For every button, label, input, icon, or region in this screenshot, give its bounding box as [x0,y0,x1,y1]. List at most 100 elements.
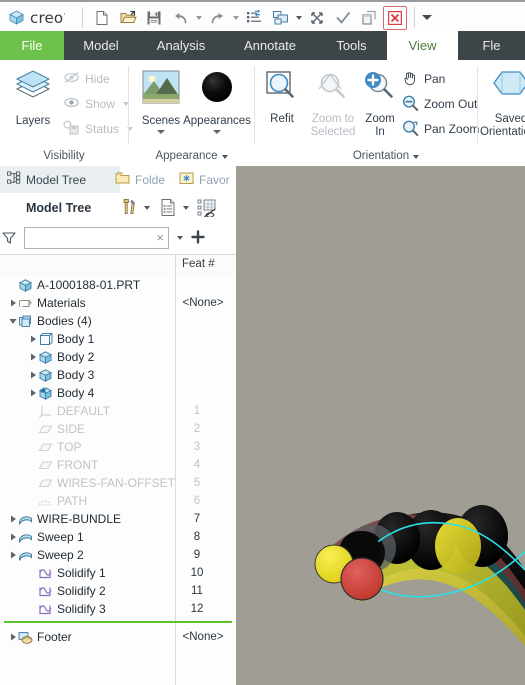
tab-model[interactable]: Model [64,31,138,60]
row-expander[interactable] [8,276,18,294]
table-row[interactable]: A-1000188-01.PRT [0,276,183,294]
row-expander[interactable] [8,510,18,528]
row-expander[interactable] [28,384,38,402]
zoom-out-button[interactable]: Zoom Out [402,93,477,115]
row-feat-num: 8 [193,531,201,543]
row-label: Solidify 3 [57,602,106,616]
row-expander [28,438,38,456]
row-label: Sweep 2 [37,548,84,562]
table-row[interactable]: DEFAULT [0,402,203,420]
table-row[interactable]: Sweep 1 [0,528,183,546]
graphics-viewport[interactable] [236,166,525,685]
zoom-out-label: Zoom Out [424,97,478,111]
pan-zoom-icon [402,120,419,139]
tools-settings-dropdown-icon[interactable] [141,197,152,219]
column-header-feat-num[interactable]: Feat # [182,258,215,270]
table-row[interactable]: Body 2 [0,348,203,366]
table-row[interactable]: PATH [0,492,203,510]
hide-button[interactable]: Hide [63,68,110,90]
table-row[interactable]: Solidify 2 [0,582,203,600]
zoom-to-selected-button[interactable]: Zoom to Selected [305,69,361,138]
table-row[interactable]: Body 3 [0,366,203,384]
tree-filters-hide-icon[interactable] [195,196,219,220]
filter-dropdown-icon[interactable] [174,227,185,249]
filter-input[interactable]: × [24,227,169,249]
table-row[interactable]: Solidify 1 [0,564,203,582]
tab-analysis[interactable]: Analysis [138,31,224,60]
tab-flexible-modeling[interactable]: Fle [458,31,525,60]
open-file-icon[interactable] [116,6,140,30]
body-default-icon [38,386,53,401]
pan-button[interactable]: Pan [402,68,445,90]
filter-add-icon[interactable] [191,229,205,247]
filter-clear-icon[interactable]: × [156,230,164,246]
row-expander [28,600,38,618]
undo-dropdown-icon[interactable] [193,7,204,29]
scenes-dropdown-icon[interactable] [157,129,165,134]
table-row[interactable]: Body 4 [0,384,203,402]
row-expander[interactable] [28,330,38,348]
tools-settings-icon[interactable] [117,196,141,220]
filter-funnel-icon[interactable] [0,231,18,245]
row-expander[interactable] [8,546,18,564]
tab-view[interactable]: View [387,31,458,60]
close-window-icon[interactable] [305,6,329,30]
redo-icon[interactable] [205,6,229,30]
table-row[interactable]: Bodies (4) [0,312,183,330]
table-row[interactable]: Materials [0,294,183,312]
pan-zoom-button[interactable]: Pan Zoom [402,118,479,140]
check-icon[interactable] [331,6,355,30]
window-icon[interactable] [268,6,292,30]
saved-orientations-icon [488,69,525,110]
row-expander [28,474,38,492]
regenerate-icon[interactable] [242,6,266,30]
window-dropdown-icon[interactable] [293,7,304,29]
layers-button[interactable]: Layers [6,69,60,128]
footer-icon [18,630,33,645]
appearances-dropdown-icon[interactable] [213,129,221,134]
appearance-dialog-launcher-icon[interactable] [221,155,228,159]
tab-tools[interactable]: Tools [316,31,387,60]
tab-file[interactable]: File [0,31,64,60]
table-row[interactable]: Footer [0,628,183,646]
wire-bundle-model [314,505,525,646]
table-row[interactable]: Body 1 [0,330,203,348]
cascade-icon[interactable] [357,6,381,30]
tree-columns-icon[interactable] [156,196,180,220]
tab-annotate[interactable]: Annotate [224,31,316,60]
row-expander[interactable] [8,294,18,312]
datum-plane-icon [38,476,53,491]
zoom-in-button[interactable]: Zoom In [359,69,401,138]
table-row[interactable]: Solidify 3 [0,600,203,618]
tree-columns-dropdown-icon[interactable] [180,197,191,219]
appearances-button[interactable]: Appearances [183,69,251,134]
undo-icon[interactable] [168,6,192,30]
customize-dropdown-icon[interactable] [421,7,432,29]
scenes-button[interactable]: Scenes [135,69,187,134]
redo-dropdown-icon[interactable] [230,7,241,29]
orientation-dialog-launcher-icon[interactable] [413,155,420,159]
refit-button[interactable]: Refit [258,69,306,126]
row-expander[interactable] [28,366,38,384]
panel-tab-model-tree[interactable]: Model Tree [0,166,120,193]
status-button[interactable]: Status [63,118,134,140]
new-file-icon[interactable] [90,6,114,30]
table-row[interactable]: Sweep 2 [0,546,183,564]
table-row[interactable]: WIRES-FAN-OFFSET [0,474,203,492]
show-button[interactable]: Show [63,93,130,115]
column-divider[interactable] [175,255,176,277]
model-tree-rows[interactable]: A-1000188-01.PRT Materials <None> Bodies… [0,276,237,685]
save-icon[interactable] [142,6,166,30]
refit-icon [261,69,303,110]
table-row[interactable]: TOP [0,438,203,456]
row-expander[interactable] [28,348,38,366]
table-row[interactable]: WIRE-BUNDLE [0,510,183,528]
table-row[interactable]: SIDE [0,420,203,438]
row-expander[interactable] [8,628,18,646]
saved-orientations-button[interactable]: Saved Orientations [480,69,525,138]
table-row[interactable]: FRONT [0,456,203,474]
insert-indicator[interactable] [4,621,232,623]
row-expander[interactable] [8,528,18,546]
close-x-icon[interactable] [383,5,408,30]
row-expander[interactable] [8,312,18,330]
